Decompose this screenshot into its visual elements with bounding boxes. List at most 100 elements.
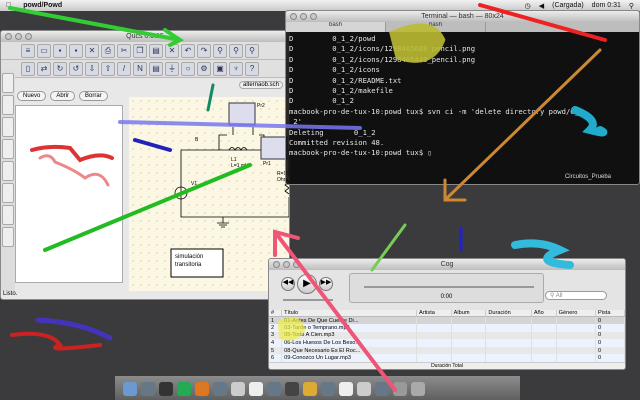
playlist-row[interactable]: 3 05-Todo A Cien.mp3 0 — [269, 331, 625, 340]
apple-icon[interactable]:  — [6, 2, 11, 9]
zoom-in-icon[interactable]: ⚲ — [229, 44, 243, 58]
dock-app-icon[interactable] — [321, 382, 335, 396]
open-project-button[interactable]: Abrir — [50, 91, 76, 101]
delete-icon[interactable]: ✕ — [165, 44, 179, 58]
zoom-button[interactable] — [310, 13, 317, 20]
dock-app-icon[interactable] — [177, 382, 191, 396]
new-project-button[interactable]: Nuevo — [17, 91, 47, 101]
dock-app-icon[interactable] — [213, 382, 227, 396]
battery-status[interactable]: (Cargada) — [552, 2, 584, 9]
port-icon[interactable]: ○ — [181, 62, 195, 76]
simulate-icon[interactable]: ⚙ — [197, 62, 211, 76]
cut-icon[interactable]: ✂ — [117, 44, 131, 58]
zoom-button[interactable] — [25, 33, 32, 40]
sidebar-tab[interactable] — [2, 95, 14, 115]
previous-icon[interactable]: ◀◀ — [281, 277, 295, 291]
desktop-folder-label[interactable]: Circuitos_Prueba — [565, 174, 611, 180]
dock-finder-icon[interactable] — [123, 382, 137, 396]
probe-label-pr2: Pr2 — [257, 103, 265, 109]
play-icon[interactable]: ▶ — [297, 274, 317, 294]
paste-icon[interactable]: ▤ — [149, 44, 163, 58]
sidebar-tab[interactable] — [2, 139, 14, 159]
app-menu[interactable]: powd/Powd — [23, 2, 62, 9]
minimize-button[interactable] — [283, 261, 290, 268]
minimize-button[interactable] — [15, 33, 22, 40]
sidebar-tab[interactable] — [2, 227, 14, 247]
volume-slider[interactable] — [283, 299, 333, 301]
mirror-icon[interactable]: ⇄ — [37, 62, 51, 76]
simulation-block[interactable]: simulación transitoria — [175, 253, 221, 269]
schematic-canvas[interactable]: Pr2 Pr1 L1 L=1 mH V1 R=10 Ohm B simulaci… — [129, 97, 289, 291]
document-tab[interactable]: alternaob.sch — [239, 81, 284, 89]
pop-icon[interactable]: ⇧ — [101, 62, 115, 76]
dock-app-icon[interactable] — [393, 382, 407, 396]
sidebar-tab[interactable] — [2, 183, 14, 203]
view-data-icon[interactable]: ▣ — [213, 62, 227, 76]
sidebar-tab[interactable] — [2, 117, 14, 137]
close-doc-icon[interactable]: ✕ — [85, 44, 99, 58]
terminal-titlebar[interactable]: Terminal — bash — 80x24 — [286, 11, 639, 22]
equation-icon[interactable]: ▤ — [149, 62, 163, 76]
into-icon[interactable]: ⇩ — [85, 62, 99, 76]
cog-titlebar[interactable]: Cog — [269, 259, 625, 270]
undo-icon[interactable]: ↶ — [181, 44, 195, 58]
print-icon[interactable]: ⎙ — [101, 44, 115, 58]
qucs-titlebar[interactable]: Qucs 0.0.15 — [1, 31, 289, 42]
dock-app-icon[interactable] — [231, 382, 245, 396]
dock-app-icon[interactable] — [285, 382, 299, 396]
sidebar-tab[interactable] — [2, 161, 14, 181]
time-machine-icon[interactable]: ◷ — [525, 2, 531, 10]
terminal-output[interactable]: D 0_1_2/powd D 0_1_2/icons/1298465688_pen… — [286, 32, 639, 161]
empty-cell — [531, 354, 557, 363]
dock-app-icon[interactable] — [159, 382, 173, 396]
dock-app-icon[interactable] — [141, 382, 155, 396]
dock-app-icon[interactable] — [375, 382, 389, 396]
dock-trash-icon[interactable] — [411, 382, 425, 396]
redo-icon[interactable]: ↷ — [197, 44, 211, 58]
new-icon[interactable]: ≡ — [21, 44, 35, 58]
dock-app-icon[interactable] — [267, 382, 281, 396]
dock-app-icon[interactable] — [303, 382, 317, 396]
project-list[interactable] — [15, 105, 123, 283]
playlist-row[interactable]: 1 01-Antes De Que Cuente Di... 0 — [269, 316, 625, 325]
close-button[interactable] — [273, 261, 280, 268]
dock-app-icon[interactable] — [357, 382, 371, 396]
help-icon[interactable]: ? — [245, 62, 259, 76]
spotlight-icon[interactable]: ⚲ — [629, 2, 634, 10]
wire-icon[interactable]: / — [117, 62, 131, 76]
rotate-back-icon[interactable]: ↺ — [69, 62, 83, 76]
delete-project-button[interactable]: Borrar — [79, 91, 108, 101]
zoom-fit-icon[interactable]: ⚲ — [213, 44, 227, 58]
close-button[interactable] — [290, 13, 297, 20]
dock-app-icon[interactable] — [249, 382, 263, 396]
marker-icon[interactable]: ♆ — [229, 62, 243, 76]
edit-icon[interactable]: ▯ — [21, 62, 35, 76]
save-icon[interactable]: ▪ — [53, 44, 67, 58]
seek-bar[interactable] — [364, 286, 534, 288]
playlist-row[interactable]: 6 09-Conozco Un Lugar.mp3 0 — [269, 354, 625, 363]
zoom-out-icon[interactable]: ⚲ — [245, 44, 259, 58]
minimize-button[interactable] — [300, 13, 307, 20]
close-button[interactable] — [5, 33, 12, 40]
dock-app-icon[interactable] — [339, 382, 353, 396]
dock-firefox-icon[interactable] — [195, 382, 209, 396]
empty-cell — [416, 331, 452, 340]
terminal-tab[interactable]: bash — [286, 22, 386, 32]
zoom-button[interactable] — [293, 261, 300, 268]
open-icon[interactable]: ▭ — [37, 44, 51, 58]
copy-icon[interactable]: ❐ — [133, 44, 147, 58]
volume-icon[interactable]: ◀ — [539, 2, 544, 10]
playlist-row[interactable]: 4 06-Los Huesos De Los Beso... 0 — [269, 339, 625, 347]
playlist-row[interactable]: 5 08-Que Necesario Es El Roc... 0 — [269, 346, 625, 355]
playlist-row[interactable]: 2 03-Tarde o Temprano.mp3 0 — [269, 324, 625, 332]
terminal-tab[interactable]: bash — [386, 22, 486, 32]
next-icon[interactable]: ▶▶ — [319, 277, 333, 291]
save-all-icon[interactable]: ▪ — [69, 44, 83, 58]
label-icon[interactable]: N — [133, 62, 147, 76]
ground-icon[interactable]: ⏚ — [165, 62, 179, 76]
sidebar-tab[interactable] — [2, 73, 14, 93]
sidebar-tab[interactable] — [2, 205, 14, 225]
search-field[interactable]: ⚲ All — [545, 291, 607, 300]
rotate-icon[interactable]: ↻ — [53, 62, 67, 76]
clock[interactable]: dom 0:31 — [592, 2, 621, 9]
